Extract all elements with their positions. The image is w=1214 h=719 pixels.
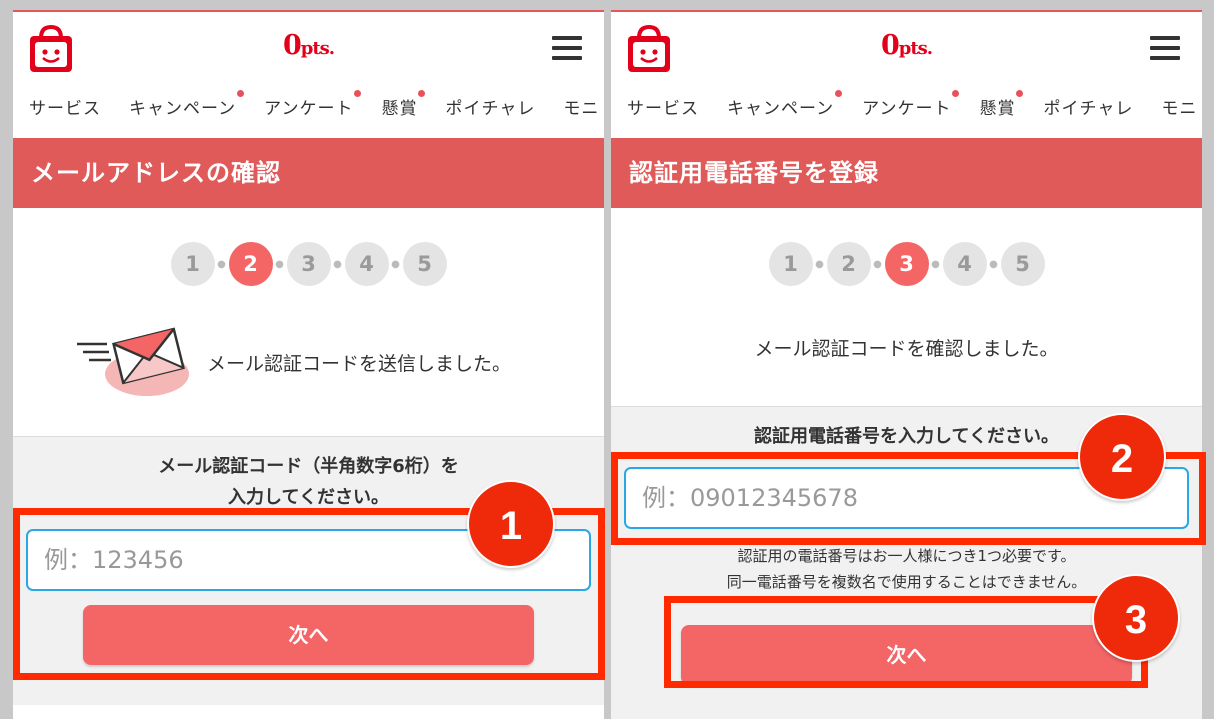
page-title: 認証用電話番号を登録 — [611, 138, 1202, 208]
points-display: 0pts. — [282, 30, 335, 61]
site-header: 0pts. — [611, 12, 1202, 87]
nav-item-poichalle[interactable]: ポイチャレ — [445, 94, 535, 119]
nav-item-poichalle[interactable]: ポイチャレ — [1043, 94, 1133, 119]
nav-item-survey[interactable]: アンケート — [264, 90, 362, 119]
nav-item-survey[interactable]: アンケート — [862, 90, 960, 119]
step-1: 1 — [768, 242, 813, 286]
step-indicator: 1 ● 2 ● 3 ● 4 ● 5 — [611, 242, 1202, 286]
nav-item-campaign[interactable]: キャンペーン — [727, 90, 843, 119]
envelope-icon — [77, 327, 189, 396]
nav-item-prize[interactable]: 懸賞 — [979, 90, 1024, 119]
callout-badge-1: 1 — [467, 480, 555, 568]
highlight-box-next-button — [664, 596, 1148, 688]
step-5: 5 — [402, 242, 447, 286]
step-5: 5 — [1000, 242, 1045, 286]
code-confirmed-message: メール認証コードを確認しました。 — [754, 338, 1059, 360]
menu-icon[interactable] — [552, 36, 582, 60]
callout-badge-3: 3 — [1092, 574, 1180, 662]
nav-item-monitor[interactable]: モニ — [563, 94, 599, 119]
menu-icon[interactable] — [1150, 36, 1180, 60]
nav-item-campaign[interactable]: キャンペーン — [129, 90, 245, 119]
step-3: 3 — [286, 242, 331, 286]
step-2-active: 2 — [228, 242, 273, 286]
step-3-active: 3 — [884, 242, 929, 286]
code-sent-message: メール認証コードを送信しました。 — [207, 352, 512, 375]
callout-badge-2: 2 — [1078, 413, 1166, 501]
mail-sent-row: メール認証コードを送信しました。 — [73, 322, 511, 402]
category-nav: サービス キャンペーン アンケート 懸賞 ポイチャレ モニ — [29, 90, 604, 119]
nav-item-prize[interactable]: 懸賞 — [381, 90, 426, 119]
nav-item-service[interactable]: サービス — [29, 94, 101, 119]
step-indicator: 1 ● 2 ● 3 ● 4 ● 5 — [13, 242, 604, 286]
step-2: 2 — [826, 242, 871, 286]
site-header: 0pts. — [13, 12, 604, 87]
nav-item-service[interactable]: サービス — [627, 94, 699, 119]
points-display: 0pts. — [880, 30, 933, 61]
category-nav: サービス キャンペーン アンケート 懸賞 ポイチャレ モニ — [627, 90, 1202, 119]
step-1: 1 — [170, 242, 215, 286]
nav-item-monitor[interactable]: モニ — [1161, 94, 1197, 119]
step-4: 4 — [344, 242, 389, 286]
page-title: メールアドレスの確認 — [13, 138, 604, 208]
step-4: 4 — [942, 242, 987, 286]
